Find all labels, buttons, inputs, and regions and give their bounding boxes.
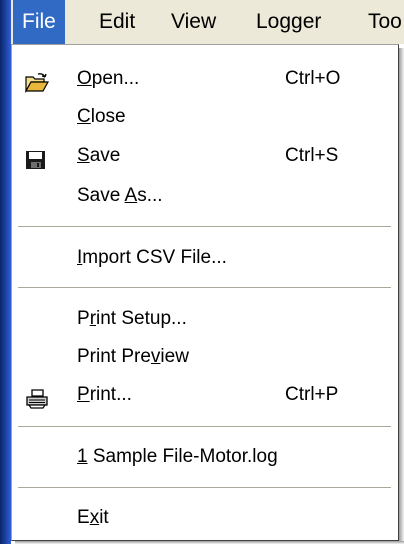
menu-separator bbox=[18, 487, 391, 491]
menu-separator bbox=[18, 226, 391, 230]
menu-item-shortcut: Ctrl+P bbox=[285, 384, 339, 405]
menu-item-label: Save As... bbox=[77, 185, 163, 206]
menu-item-label: Import CSV File... bbox=[77, 247, 227, 268]
menu-item-recent-file[interactable]: 1 Sample File-Motor.log bbox=[15, 438, 394, 476]
menu-separator bbox=[18, 426, 391, 430]
printer-icon bbox=[25, 385, 48, 409]
menu-item-save[interactable]: Save Ctrl+S bbox=[15, 137, 394, 175]
menu-separator bbox=[18, 287, 391, 291]
menu-item-exit[interactable]: Exit bbox=[15, 499, 394, 537]
menu-item-label: Print Setup... bbox=[77, 308, 187, 329]
menu-item-label: 1 Sample File-Motor.log bbox=[77, 446, 278, 467]
menubar-logger[interactable]: Logger bbox=[247, 0, 330, 44]
window-left-edge bbox=[0, 0, 11, 544]
menu-item-close[interactable]: Close bbox=[15, 98, 394, 136]
floppy-disk-icon bbox=[25, 146, 47, 169]
menu-item-label: Print... bbox=[77, 384, 132, 405]
menubar-edit[interactable]: Edit bbox=[90, 0, 144, 44]
menu-item-label: Save bbox=[77, 145, 121, 166]
menu-item-print[interactable]: Print... Ctrl+P bbox=[15, 376, 394, 414]
menu-item-label: Print Preview bbox=[77, 346, 189, 367]
file-menu-dropdown: Open... Ctrl+O Close Save Ctrl+S Save As… bbox=[11, 44, 399, 541]
menubar-file[interactable]: File bbox=[13, 0, 65, 44]
menubar-tools[interactable]: Too bbox=[359, 0, 404, 44]
menu-bar: File Edit View Logger Too bbox=[11, 0, 404, 44]
menu-item-shortcut: Ctrl+O bbox=[285, 68, 341, 89]
menu-item-save-as[interactable]: Save As... bbox=[15, 177, 394, 215]
menu-item-label: Exit bbox=[77, 507, 109, 528]
menu-item-print-preview[interactable]: Print Preview bbox=[15, 338, 394, 376]
menu-item-import-csv[interactable]: Import CSV File... bbox=[15, 239, 394, 277]
menu-item-shortcut: Ctrl+S bbox=[285, 145, 339, 166]
menu-item-label: Close bbox=[77, 106, 126, 127]
menu-shadow-right bbox=[399, 48, 404, 544]
menu-item-open[interactable]: Open... Ctrl+O bbox=[15, 60, 394, 98]
menu-item-label: Open... bbox=[77, 68, 140, 89]
menu-item-print-setup[interactable]: Print Setup... bbox=[15, 300, 394, 338]
menubar-view[interactable]: View bbox=[162, 0, 225, 44]
open-folder-icon bbox=[24, 69, 50, 94]
